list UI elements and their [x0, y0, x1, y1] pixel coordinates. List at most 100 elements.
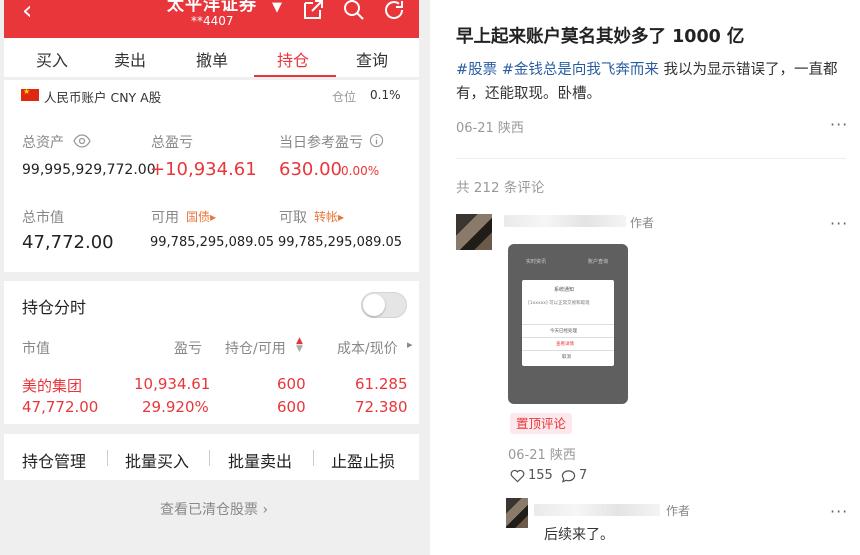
image-text: 今天已经处理: [550, 329, 577, 334]
social-post: 早上起来账户莫名其妙多了 1000 亿 #股票 #金钱总是向我飞奔而来 我以为显…: [430, 0, 860, 555]
image-text: 系统通知: [554, 287, 575, 293]
like-count: 155: [528, 468, 553, 483]
total-pnl-value: +10,934.61: [150, 159, 257, 180]
action-bar: 持仓管理 批量买入 批量卖出 止盈止损: [4, 434, 419, 480]
tab-query[interactable]: 查询: [342, 47, 402, 71]
image-text: [1xxxxx] 可以正常交易和取现: [528, 301, 590, 306]
toggle-knob: [363, 294, 385, 316]
avatar[interactable]: [506, 498, 528, 528]
author-badge: 作者: [630, 216, 655, 230]
total-pnl-label: 总盈亏: [151, 135, 193, 151]
chevron-down-icon[interactable]: ▼: [272, 0, 282, 15]
col-header-pnl: 盈亏: [174, 341, 202, 357]
broker-name[interactable]: 太平洋证券: [167, 0, 257, 15]
avatar[interactable]: [456, 214, 492, 250]
comment-meta: 06-21 陕西: [508, 448, 576, 463]
tab-cancel[interactable]: 撤单: [182, 47, 242, 71]
back-icon[interactable]: ‹: [22, 0, 32, 24]
post-title: 早上起来账户莫名其妙多了 1000 亿: [456, 27, 745, 47]
comments-count: 共 212 条评论: [456, 180, 545, 196]
batch-sell-button[interactable]: 批量卖出: [228, 448, 292, 472]
holdings-title: 持仓分时: [22, 298, 87, 317]
col-header-cost[interactable]: 成本/现价: [337, 338, 398, 358]
more-icon[interactable]: ···: [830, 214, 848, 233]
account-type: 人民币账户 CNY A股: [44, 90, 162, 105]
withdrawable-label: 可取: [279, 210, 307, 226]
tab-sell[interactable]: 卖出: [100, 47, 160, 71]
market-value-label: 总市值: [22, 210, 64, 226]
account-number: **4407: [191, 14, 234, 28]
account-summary: 人民币账户 CNY A股 仓位 0.1% 总资产 99,995,929,772.…: [4, 80, 419, 272]
active-tab-indicator: [254, 75, 336, 77]
manage-positions-button[interactable]: 持仓管理: [22, 448, 86, 472]
stock-pnl-percent: 29.920%: [142, 398, 209, 416]
image-text: 账户查询: [588, 259, 609, 265]
total-assets-label: 总资产: [22, 135, 64, 151]
transfer-link[interactable]: 转帐▸: [314, 208, 344, 225]
image-text: 实时资讯: [526, 259, 547, 265]
stock-qty: 600: [277, 375, 306, 393]
withdrawable-value: 99,785,295,089.05: [278, 235, 403, 250]
search-icon[interactable]: [342, 0, 366, 22]
divider: [522, 324, 614, 325]
col-header-market-value: 市值: [22, 341, 50, 357]
day-pnl-label: 当日参考盈亏: [279, 135, 363, 151]
trading-app: ‹ 太平洋证券 ▼ **4407 买入 卖出 撤单 持仓 查询 人民币账户 CN…: [0, 0, 430, 555]
stock-available: 600: [277, 398, 306, 416]
reply-text: 后续来了。: [544, 527, 614, 543]
tab-buy[interactable]: 买入: [22, 47, 82, 71]
divider: [522, 337, 614, 338]
image-text: 取消: [562, 355, 571, 360]
reply-count: 7: [579, 468, 588, 483]
refresh-icon[interactable]: [382, 0, 406, 22]
total-assets-value: 99,995,929,772.00: [22, 162, 156, 178]
hashtag-link[interactable]: #金钱总是向我飞奔而来: [502, 62, 659, 78]
image-dialog: 系统通知 [1xxxxx] 可以正常交易和取现 今天已经处理 查看详情 取消: [522, 280, 614, 366]
tab-positions[interactable]: 持仓: [263, 47, 323, 71]
stock-price: 72.380: [355, 398, 408, 416]
market-value: 47,772.00: [22, 232, 114, 253]
author-badge: 作者: [666, 504, 691, 518]
holdings-panel: 持仓分时 市值 盈亏 持仓/可用 ▲ ▼ 成本/现价 ▸ 美的集团 47,772.…: [4, 281, 419, 424]
divider: [456, 158, 846, 159]
heart-icon[interactable]: [510, 469, 525, 483]
post-body: #股票 #金钱总是向我飞奔而来 我以为显示错误了，一直都有，还能取现。卧槽。: [456, 58, 848, 106]
comment-image[interactable]: 实时资讯 账户查询 系统通知 [1xxxxx] 可以正常交易和取现 今天已经处理…: [508, 244, 628, 404]
stop-profit-loss-button[interactable]: 止盈止损: [331, 448, 395, 472]
timeshare-toggle[interactable]: [361, 292, 407, 318]
replier-name[interactable]: [534, 504, 660, 516]
post-meta: 06-21 陕西: [456, 121, 524, 136]
day-pnl-percent: 0.00%: [341, 164, 380, 178]
sort-icon[interactable]: ▲ ▼: [296, 337, 303, 354]
position-value: 0.1%: [370, 88, 401, 102]
chevron-right-icon[interactable]: ▸: [407, 338, 413, 351]
position-label: 仓位: [332, 90, 357, 104]
more-icon[interactable]: ···: [830, 115, 848, 134]
divider: [313, 450, 314, 466]
divider: [107, 450, 108, 466]
hashtag-link[interactable]: #股票: [456, 62, 497, 78]
app-header: ‹ 太平洋证券 ▼ **4407: [4, 0, 419, 38]
comment-icon[interactable]: [561, 469, 576, 483]
cleared-stocks-link[interactable]: 查看已清仓股票 ›: [160, 499, 268, 519]
share-icon[interactable]: [301, 0, 325, 22]
day-pnl-value: 630.00: [279, 159, 342, 180]
eye-icon[interactable]: [73, 134, 91, 148]
pinned-comment-badge: 置顶评论: [510, 413, 573, 434]
stock-market-value: 47,772.00: [22, 398, 99, 416]
col-header-qty[interactable]: 持仓/可用: [225, 338, 286, 358]
batch-buy-button[interactable]: 批量买入: [125, 448, 189, 472]
divider: [522, 350, 614, 351]
divider: [209, 450, 210, 466]
commenter-name[interactable]: [504, 215, 626, 227]
available-label: 可用: [151, 210, 179, 226]
more-icon[interactable]: ···: [830, 502, 848, 521]
trade-tabs: 买入 卖出 撤单 持仓 查询: [4, 38, 419, 78]
stock-pnl: 10,934.61: [134, 375, 211, 393]
china-flag-icon: [21, 87, 39, 101]
image-text: 查看详情: [556, 342, 574, 347]
info-icon[interactable]: [369, 133, 384, 148]
stock-cost: 61.285: [355, 375, 408, 393]
treasury-link[interactable]: 国债▸: [186, 208, 216, 225]
available-value: 99,785,295,089.05: [150, 235, 275, 250]
